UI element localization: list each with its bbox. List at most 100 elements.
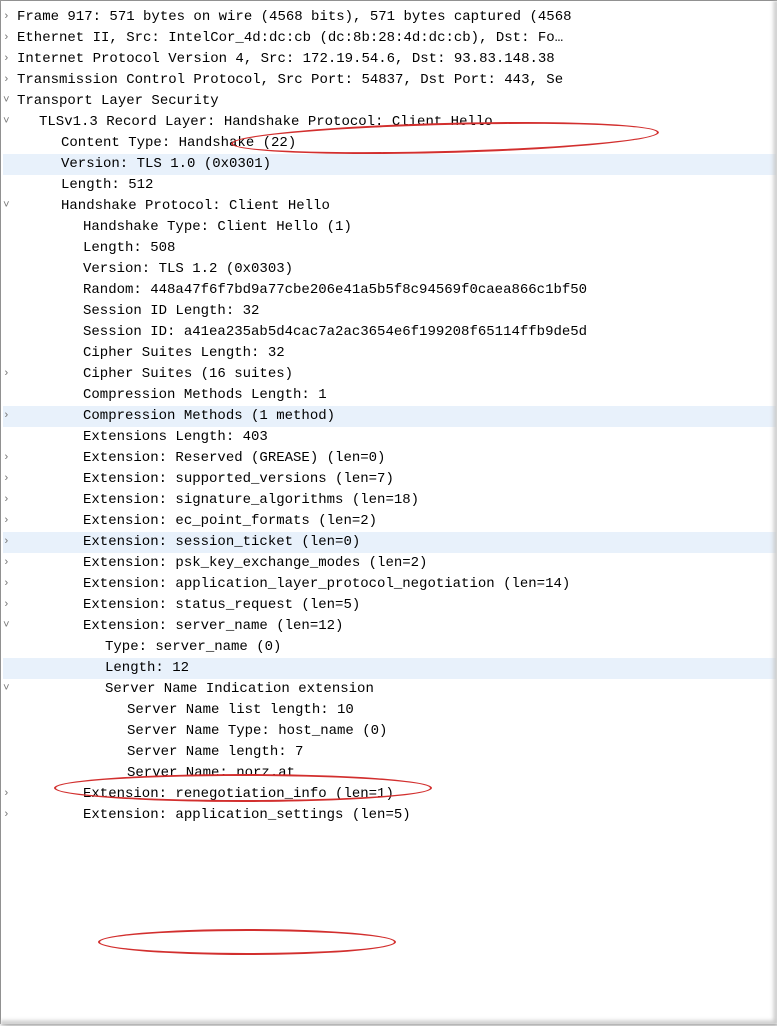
caret-closed-icon[interactable] — [3, 367, 13, 381]
row-label: Compression Methods Length: 1 — [13, 385, 327, 406]
caret-closed-icon[interactable] — [3, 31, 13, 45]
tree-row[interactable]: Extension: ec_point_formats (len=2) — [3, 511, 777, 532]
caret-closed-icon[interactable] — [3, 73, 13, 87]
row-label: Compression Methods (1 method) — [13, 406, 335, 427]
row-label: TLSv1.3 Record Layer: Handshake Protocol… — [13, 112, 493, 133]
caret-closed-icon[interactable] — [3, 514, 13, 528]
tree-row[interactable]: Length: 508 — [3, 238, 777, 259]
caret-closed-icon[interactable] — [3, 787, 13, 801]
row-label: Frame 917: 571 bytes on wire (4568 bits)… — [13, 7, 572, 28]
row-label: Server Name Type: host_name (0) — [13, 721, 387, 742]
caret-closed-icon[interactable] — [3, 409, 13, 423]
row-label: Session ID Length: 32 — [13, 301, 259, 322]
tree-row[interactable]: Frame 917: 571 bytes on wire (4568 bits)… — [3, 7, 777, 28]
annotation-oval-server-name-value — [98, 929, 396, 955]
row-label: Length: 508 — [13, 238, 175, 259]
row-label: Extension: application_settings (len=5) — [13, 805, 411, 826]
row-label: Transport Layer Security — [13, 91, 219, 112]
caret-closed-icon[interactable] — [3, 577, 13, 591]
tree-row[interactable]: Session ID Length: 32 — [3, 301, 777, 322]
tree-row[interactable]: Version: TLS 1.0 (0x0301) — [3, 154, 777, 175]
row-label: Server Name list length: 10 — [13, 700, 354, 721]
row-label: Type: server_name (0) — [13, 637, 281, 658]
tree-row[interactable]: Server Name Type: host_name (0) — [3, 721, 777, 742]
torn-edge-bottom — [1, 1018, 777, 1026]
tree-row[interactable]: Extension: psk_key_exchange_modes (len=2… — [3, 553, 777, 574]
tree-row[interactable]: Extension: server_name (len=12) — [3, 616, 777, 637]
tree-row[interactable]: Compression Methods (1 method) — [3, 406, 777, 427]
caret-closed-icon[interactable] — [3, 472, 13, 486]
tree-row[interactable]: Type: server_name (0) — [3, 637, 777, 658]
row-label: Extension: Reserved (GREASE) (len=0) — [13, 448, 385, 469]
tree-row[interactable]: Cipher Suites (16 suites) — [3, 364, 777, 385]
tree-row[interactable]: Random: 448a47f6f7bd9a77cbe206e41a5b5f8c… — [3, 280, 777, 301]
tree-row[interactable]: Transport Layer Security — [3, 91, 777, 112]
caret-open-icon[interactable] — [3, 115, 13, 129]
tree-row[interactable]: Server Name Indication extension — [3, 679, 777, 700]
row-label: Extension: status_request (len=5) — [13, 595, 360, 616]
tree-row[interactable]: Server Name list length: 10 — [3, 700, 777, 721]
row-label: Transmission Control Protocol, Src Port:… — [13, 70, 563, 91]
tree-row[interactable]: Extension: renegotiation_info (len=1) — [3, 784, 777, 805]
caret-closed-icon[interactable] — [3, 598, 13, 612]
row-label: Ethernet II, Src: IntelCor_4d:dc:cb (dc:… — [13, 28, 563, 49]
row-label: Extensions Length: 403 — [13, 427, 268, 448]
caret-closed-icon[interactable] — [3, 451, 13, 465]
tree-row[interactable]: Extensions Length: 403 — [3, 427, 777, 448]
caret-closed-icon[interactable] — [3, 808, 13, 822]
tree-row[interactable]: Session ID: a41ea235ab5d4cac7a2ac3654e6f… — [3, 322, 777, 343]
caret-closed-icon[interactable] — [3, 10, 13, 24]
row-label: Extension: renegotiation_info (len=1) — [13, 784, 394, 805]
row-label: Random: 448a47f6f7bd9a77cbe206e41a5b5f8c… — [13, 280, 587, 301]
tree-row[interactable]: Extension: session_ticket (len=0) — [3, 532, 777, 553]
tree-row[interactable]: Extension: application_settings (len=5) — [3, 805, 777, 826]
tree-row[interactable]: Internet Protocol Version 4, Src: 172.19… — [3, 49, 777, 70]
tree-row[interactable]: Content Type: Handshake (22) — [3, 133, 777, 154]
tree-row[interactable]: Handshake Protocol: Client Hello — [3, 196, 777, 217]
caret-open-icon[interactable] — [3, 682, 13, 696]
row-label: Extension: supported_versions (len=7) — [13, 469, 394, 490]
caret-open-icon[interactable] — [3, 94, 13, 108]
row-label: Version: TLS 1.0 (0x0301) — [13, 154, 271, 175]
tree-row[interactable]: Length: 12 — [3, 658, 777, 679]
caret-open-icon[interactable] — [3, 619, 13, 633]
row-label: Session ID: a41ea235ab5d4cac7a2ac3654e6f… — [13, 322, 587, 343]
caret-closed-icon[interactable] — [3, 493, 13, 507]
row-label: Cipher Suites (16 suites) — [13, 364, 293, 385]
caret-closed-icon[interactable] — [3, 52, 13, 66]
tree-row[interactable]: Length: 512 — [3, 175, 777, 196]
tree-row[interactable]: Server Name length: 7 — [3, 742, 777, 763]
tree-row[interactable]: TLSv1.3 Record Layer: Handshake Protocol… — [3, 112, 777, 133]
row-label: Handshake Protocol: Client Hello — [13, 196, 330, 217]
row-label: Extension: psk_key_exchange_modes (len=2… — [13, 553, 427, 574]
tree-row[interactable]: Extension: application_layer_protocol_ne… — [3, 574, 777, 595]
tree-row[interactable]: Extension: signature_algorithms (len=18) — [3, 490, 777, 511]
row-label: Server Name Indication extension — [13, 679, 374, 700]
tree-row[interactable]: Compression Methods Length: 1 — [3, 385, 777, 406]
tree-row[interactable]: Extension: Reserved (GREASE) (len=0) — [3, 448, 777, 469]
row-label: Server Name: norz.at — [13, 763, 295, 784]
row-label: Server Name length: 7 — [13, 742, 303, 763]
row-label: Length: 512 — [13, 175, 153, 196]
tree-row[interactable]: Handshake Type: Client Hello (1) — [3, 217, 777, 238]
caret-open-icon[interactable] — [3, 199, 13, 213]
caret-closed-icon[interactable] — [3, 556, 13, 570]
row-label: Extension: ec_point_formats (len=2) — [13, 511, 377, 532]
row-label: Handshake Type: Client Hello (1) — [13, 217, 352, 238]
tree-row[interactable]: Extension: status_request (len=5) — [3, 595, 777, 616]
row-label: Extension: server_name (len=12) — [13, 616, 343, 637]
tree-row[interactable]: Cipher Suites Length: 32 — [3, 343, 777, 364]
caret-closed-icon[interactable] — [3, 535, 13, 549]
row-label: Extension: session_ticket (len=0) — [13, 532, 360, 553]
row-label: Extension: application_layer_protocol_ne… — [13, 574, 570, 595]
packet-tree: Frame 917: 571 bytes on wire (4568 bits)… — [3, 7, 777, 826]
tree-row[interactable]: Extension: supported_versions (len=7) — [3, 469, 777, 490]
tree-row[interactable]: Transmission Control Protocol, Src Port:… — [3, 70, 777, 91]
row-label: Extension: signature_algorithms (len=18) — [13, 490, 419, 511]
tree-row[interactable]: Version: TLS 1.2 (0x0303) — [3, 259, 777, 280]
row-label: Content Type: Handshake (22) — [13, 133, 296, 154]
packet-details-pane: Frame 917: 571 bytes on wire (4568 bits)… — [0, 0, 777, 1024]
tree-row[interactable]: Ethernet II, Src: IntelCor_4d:dc:cb (dc:… — [3, 28, 777, 49]
row-label: Cipher Suites Length: 32 — [13, 343, 285, 364]
tree-row[interactable]: Server Name: norz.at — [3, 763, 777, 784]
